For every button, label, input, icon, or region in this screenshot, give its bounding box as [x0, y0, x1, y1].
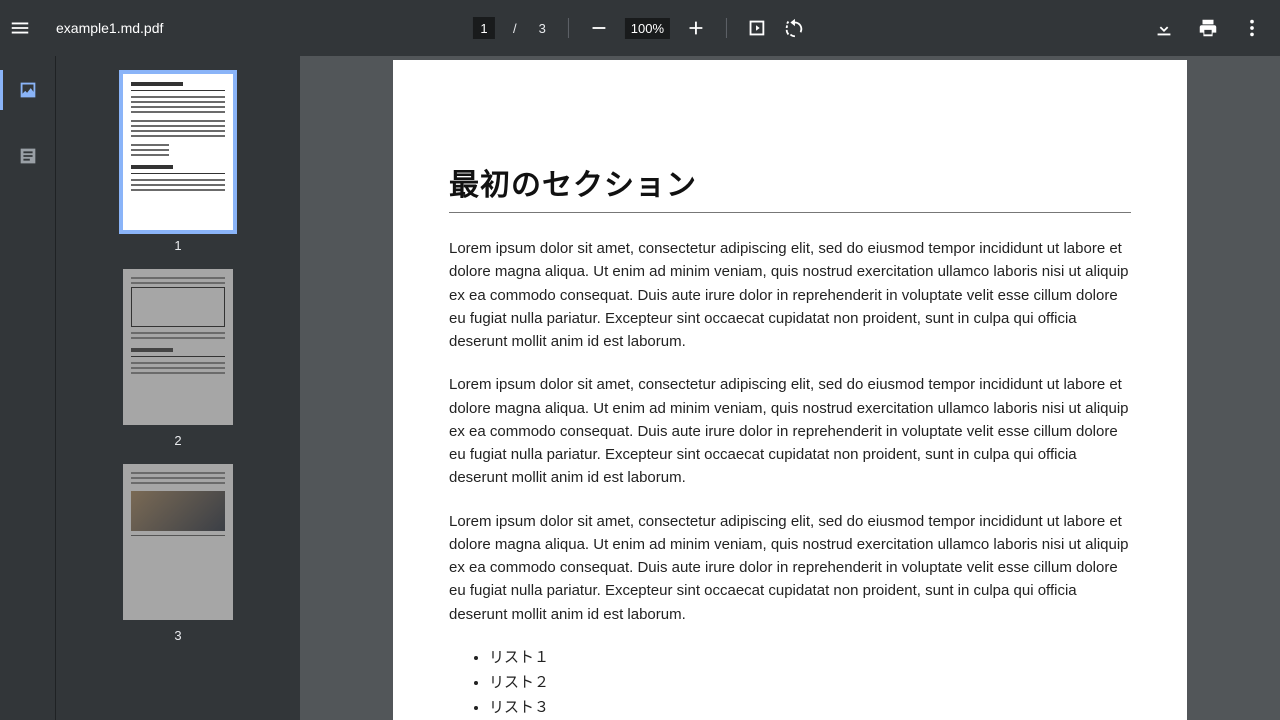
toolbar-separator: [726, 18, 727, 38]
page-stage[interactable]: 最初のセクション Lorem ipsum dolor sit amet, con…: [300, 56, 1280, 720]
thumbnail-1[interactable]: 1: [123, 74, 233, 253]
thumbnails-tab-icon[interactable]: [12, 74, 44, 106]
zoom-level[interactable]: 100%: [625, 18, 670, 39]
document-filename: example1.md.pdf: [56, 20, 163, 36]
more-icon[interactable]: [1240, 16, 1264, 40]
list-item: リスト２: [489, 671, 1131, 694]
pdf-page-1: 最初のセクション Lorem ipsum dolor sit amet, con…: [393, 60, 1187, 720]
menu-icon[interactable]: [8, 16, 32, 40]
thumbnail-2[interactable]: 2: [123, 269, 233, 448]
zoom-in-icon[interactable]: [684, 16, 708, 40]
section-heading: 最初のセクション: [449, 160, 1131, 213]
toolbar: example1.md.pdf / 3 100%: [0, 0, 1280, 56]
bullet-list: リスト１ リスト２ リスト３ リスト４: [489, 646, 1131, 720]
outline-tab-icon[interactable]: [12, 140, 44, 172]
list-item: リスト１: [489, 646, 1131, 669]
body-paragraph: Lorem ipsum dolor sit amet, consectetur …: [449, 510, 1131, 626]
body-paragraph: Lorem ipsum dolor sit amet, consectetur …: [449, 373, 1131, 489]
page-separator: /: [513, 21, 517, 36]
toolbar-separator: [568, 18, 569, 38]
page-total: 3: [539, 21, 546, 36]
print-icon[interactable]: [1196, 16, 1220, 40]
thumbnail-label: 3: [174, 628, 181, 643]
thumbnail-label: 2: [174, 433, 181, 448]
rotate-icon[interactable]: [783, 16, 807, 40]
thumbnail-3[interactable]: 3: [123, 464, 233, 643]
list-item: リスト３: [489, 696, 1131, 719]
page-number-input[interactable]: [473, 17, 495, 39]
download-icon[interactable]: [1152, 16, 1176, 40]
fit-page-icon[interactable]: [745, 16, 769, 40]
zoom-out-icon[interactable]: [587, 16, 611, 40]
thumbnail-panel: 1 2: [56, 56, 300, 720]
body-paragraph: Lorem ipsum dolor sit amet, consectetur …: [449, 237, 1131, 353]
thumbnail-label: 1: [174, 238, 181, 253]
sidebar-rail: [0, 56, 56, 720]
